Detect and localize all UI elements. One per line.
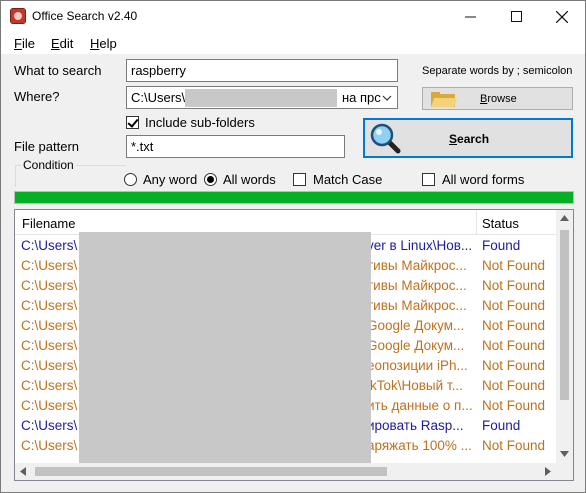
- all-words-label: All words: [223, 172, 276, 187]
- filename-cell: C:\Users\: [21, 318, 78, 333]
- filename-tail: тивы Майкрос...: [367, 298, 467, 313]
- filename-cell: C:\Users\: [21, 298, 78, 313]
- filename-cell: C:\Users\: [21, 378, 78, 393]
- column-status[interactable]: Status: [482, 216, 519, 231]
- status-cell: Not Found: [482, 298, 546, 313]
- match-case-label: Match Case: [313, 172, 383, 187]
- folder-icon: [431, 92, 457, 107]
- column-filename[interactable]: Filename: [22, 216, 75, 231]
- column-separator[interactable]: [476, 210, 477, 235]
- filename-cell: C:\Users\: [21, 358, 78, 373]
- filename-cell: C:\Users\: [21, 238, 78, 253]
- status-cell: Found: [482, 238, 521, 253]
- where-combobox[interactable]: C:\Users\ на прс: [126, 86, 398, 109]
- include-subfolders-label: Include sub-folders: [145, 115, 255, 130]
- results-list[interactable]: Filename Status C:\Users\ ver в Linux\Нов…: [14, 209, 574, 481]
- status-cell: Not Found: [482, 318, 546, 333]
- filename-tail: ить данные о п...: [367, 398, 473, 413]
- close-icon: [556, 10, 568, 23]
- filename-tail: аряжать 100% ...: [367, 438, 472, 453]
- match-case-checkbox[interactable]: [293, 173, 306, 186]
- horizontal-scrollbar[interactable]: [15, 463, 556, 480]
- minimize-icon: [464, 16, 476, 18]
- status-cell: Not Found: [482, 358, 546, 373]
- search-text-input[interactable]: raspberry: [126, 59, 398, 82]
- all-word-forms-checkbox[interactable]: [422, 173, 435, 186]
- search-label: Search: [449, 132, 490, 146]
- menu-help[interactable]: Help: [90, 36, 117, 51]
- filename-cell: C:\Users\: [21, 278, 78, 293]
- what-to-search-label: What to search: [14, 63, 102, 78]
- magnifier-icon: [370, 123, 401, 154]
- search-progress-bar: [14, 191, 574, 204]
- scroll-up-icon[interactable]: [560, 215, 569, 221]
- search-button[interactable]: Search: [363, 118, 573, 158]
- scroll-corner: [556, 463, 573, 480]
- filename-tail: Google Докум...: [367, 318, 465, 333]
- close-button[interactable]: [539, 1, 585, 32]
- redacted-path: [185, 89, 337, 107]
- redacted-region: [79, 232, 371, 468]
- where-path-start: C:\Users\: [131, 90, 186, 105]
- filename-tail: тивы Майкрос...: [367, 278, 467, 293]
- where-label: Where?: [14, 89, 60, 104]
- browse-button[interactable]: Browse: [422, 87, 573, 110]
- filename-tail: ikTok\Новый т...: [367, 378, 463, 393]
- any-word-radio[interactable]: [124, 173, 137, 186]
- any-word-label: Any word: [143, 172, 198, 187]
- vertical-scrollbar[interactable]: [556, 210, 573, 463]
- filename-tail: ver в Linux\Нов...: [367, 238, 473, 253]
- status-cell: Not Found: [482, 378, 546, 393]
- vertical-scroll-thumb[interactable]: [560, 230, 569, 400]
- menu-edit[interactable]: Edit: [51, 36, 73, 51]
- file-pattern-input[interactable]: *.txt: [126, 135, 345, 158]
- status-cell: Not Found: [482, 338, 546, 353]
- status-cell: Not Found: [482, 278, 546, 293]
- filename-tail: ировать Rasp...: [367, 418, 464, 433]
- maximize-icon: [510, 11, 522, 22]
- filename-cell: C:\Users\: [21, 438, 78, 453]
- browse-label: Browse: [480, 93, 517, 105]
- all-word-forms-label: All word forms: [442, 172, 525, 187]
- horizontal-scroll-thumb[interactable]: [35, 467, 387, 476]
- filename-tail: тивы Майкрос...: [367, 258, 467, 273]
- window-title: Office Search v2.40: [32, 9, 138, 23]
- where-path-end: на прс: [342, 90, 381, 105]
- status-cell: Not Found: [482, 398, 546, 413]
- chevron-down-icon: [382, 95, 392, 101]
- filename-cell: C:\Users\: [21, 398, 78, 413]
- status-cell: Not Found: [482, 258, 546, 273]
- filename-tail: Google Докум...: [367, 338, 465, 353]
- status-cell: Found: [482, 418, 521, 433]
- scroll-right-icon[interactable]: [545, 467, 551, 476]
- app-window: Office Search v2.40 File Edit Help What …: [0, 0, 586, 493]
- menu-file[interactable]: File: [14, 36, 35, 51]
- minimize-button[interactable]: [447, 1, 493, 32]
- menu-bar: File Edit Help: [1, 32, 585, 54]
- scroll-down-icon[interactable]: [560, 451, 569, 457]
- scroll-left-icon[interactable]: [20, 467, 26, 476]
- maximize-button[interactable]: [493, 1, 539, 32]
- condition-title: Condition: [21, 158, 76, 172]
- progress-fill: [15, 192, 573, 203]
- file-pattern-label: File pattern: [14, 139, 80, 154]
- include-subfolders-checkbox[interactable]: [126, 116, 139, 129]
- filename-tail: еопозиции iPh...: [367, 358, 468, 373]
- all-words-radio[interactable]: [204, 173, 217, 186]
- filename-cell: C:\Users\: [21, 338, 78, 353]
- separator-hint: Separate words by ; semicolon: [422, 65, 573, 77]
- title-bar: Office Search v2.40: [1, 1, 585, 32]
- filename-cell: C:\Users\: [21, 258, 78, 273]
- app-icon: [10, 8, 26, 24]
- filename-cell: C:\Users\: [21, 418, 78, 433]
- status-cell: Not Found: [482, 438, 546, 453]
